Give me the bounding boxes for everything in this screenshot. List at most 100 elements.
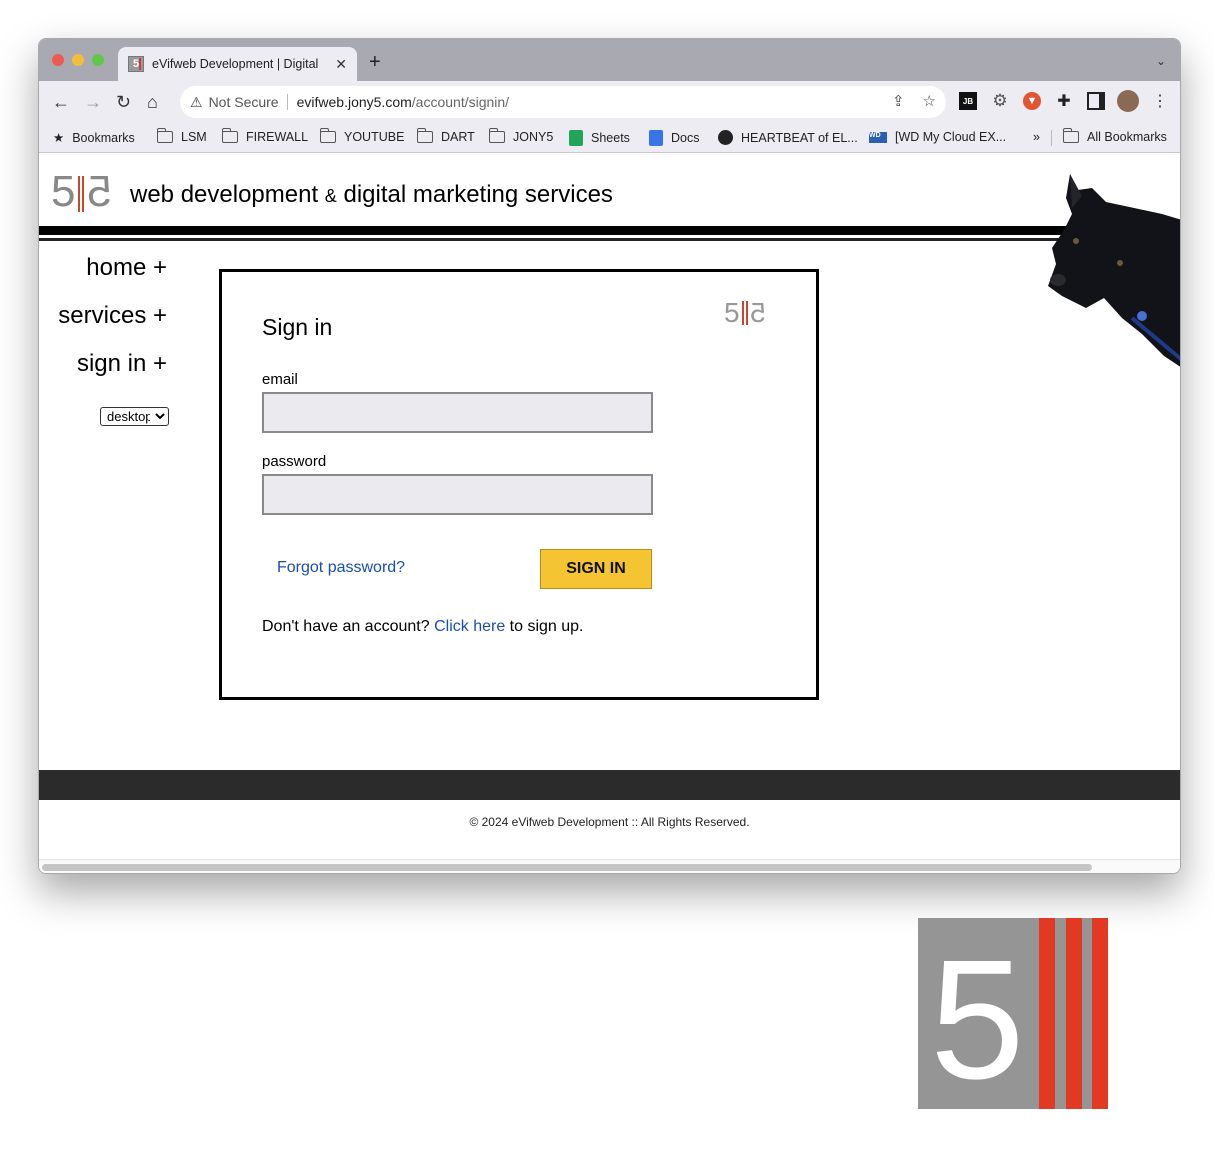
signin-heading: Sign in — [262, 314, 333, 340]
header-rule-thick — [39, 226, 1069, 235]
large-brand-logo: 5 — [918, 918, 1108, 1109]
site-title-part2: digital marketing services — [343, 181, 613, 208]
browser-toolbar: ← → ↻ ⌂ ⚠ Not Secure evifweb.jony5.com/a… — [39, 81, 1180, 123]
logo-digit: 5 — [724, 297, 740, 328]
share-icon[interactable]: ⇪ — [892, 92, 905, 110]
minimize-window-button[interactable] — [72, 54, 84, 66]
bookmark-label: All Bookmarks — [1087, 130, 1167, 144]
bookmark-sheets[interactable]: Sheets — [569, 130, 630, 146]
bookmark-label: FIREWALL — [246, 130, 309, 144]
security-label[interactable]: Not Secure — [209, 94, 288, 110]
bookmark-jony5[interactable]: JONY5 — [488, 128, 554, 144]
email-label: email — [262, 371, 298, 388]
scrollbar-thumb[interactable] — [42, 864, 1092, 871]
page-viewport: 5 5 web development & digital marketing … — [39, 154, 1180, 873]
logo-bars — [78, 176, 85, 212]
nav-sign-in[interactable]: sign in + — [77, 350, 167, 378]
sheets-icon — [569, 130, 583, 146]
bookmark-label: [WD My Cloud EX... — [895, 130, 1007, 144]
jetbrains-icon[interactable]: JB — [959, 92, 977, 110]
bookmark-docs[interactable]: Docs — [649, 130, 699, 146]
puzzle-icon[interactable]: ✚ — [1055, 92, 1073, 110]
url-host: evifweb.jony5.com — [296, 94, 412, 110]
url-text[interactable]: evifweb.jony5.com/account/signin/ — [297, 94, 509, 110]
site-title-amp: & — [324, 186, 337, 206]
bookmark-label: Docs — [671, 131, 700, 145]
docs-icon — [649, 130, 663, 146]
folder-icon — [221, 128, 238, 143]
signin-panel: 5 5 Sign in email password Forgot passwo… — [219, 269, 819, 700]
wd-icon: WD — [869, 131, 887, 143]
nav-home[interactable]: home + — [86, 254, 167, 282]
favicon-icon: 5 — [128, 56, 144, 72]
bookmarks-bar: ★ Bookmarks LSM FIREWALL YOUTUBE DART JON… — [39, 123, 1180, 153]
folder-icon — [416, 128, 433, 143]
omnibox-actions: ⇪ ☆ — [892, 92, 936, 110]
bookmarks-overflow-chevron-icon[interactable]: » — [1033, 130, 1040, 144]
close-tab-icon[interactable]: ✕ — [335, 56, 347, 73]
bookmark-label: DART — [441, 130, 475, 144]
bookmark-youtube[interactable]: YOUTUBE — [319, 128, 404, 144]
gear-extension-icon[interactable]: ⚙ — [991, 91, 1009, 110]
logo-digit-mirrored: 5 — [87, 167, 112, 216]
home-icon[interactable]: ⌂ — [147, 91, 158, 113]
large-logo-digit: 5 — [930, 925, 1025, 1109]
view-mode-select[interactable]: desktop — [100, 407, 169, 426]
folder-icon — [488, 128, 505, 143]
site-title-part1: web development — [130, 181, 319, 208]
tab-search-chevron-icon[interactable]: ⌄ — [1156, 54, 1166, 68]
logo-bars — [741, 301, 748, 325]
bookmark-heartbeat[interactable]: HEARTBEAT of EL... — [718, 130, 858, 145]
close-window-button[interactable] — [52, 54, 64, 66]
kebab-menu-icon[interactable]: ⋮ — [1151, 92, 1169, 110]
signup-prompt: Don't have an account? Click here to sig… — [262, 618, 584, 636]
logo-digit: 5 — [51, 167, 76, 216]
tab-strip: 5 eVifweb Development | Digital ✕ + ⌄ — [39, 39, 1180, 81]
all-bookmarks[interactable]: All Bookmarks — [1062, 128, 1167, 144]
horizontal-scrollbar[interactable] — [39, 859, 1180, 873]
bookmark-wd-cloud[interactable]: WD [WD My Cloud EX... — [869, 130, 1006, 144]
dog-photo — [1048, 174, 1180, 367]
bookmark-star-icon[interactable]: ☆ — [923, 92, 936, 110]
sidepanel-icon[interactable] — [1087, 92, 1105, 110]
header-rule-thin — [39, 238, 1180, 241]
footer-bar — [39, 770, 1180, 800]
nav-services[interactable]: services + — [58, 302, 167, 330]
folder-icon — [319, 128, 336, 143]
bookmark-lsm[interactable]: LSM — [156, 128, 207, 144]
signup-link[interactable]: Click here — [434, 618, 505, 635]
tab-title: eVifweb Development | Digital — [152, 57, 319, 71]
password-field[interactable] — [262, 474, 653, 515]
address-bar[interactable]: ⚠ Not Secure evifweb.jony5.com/account/s… — [180, 86, 946, 118]
folder-icon — [1062, 128, 1079, 143]
url-path: /account/signin/ — [411, 94, 510, 110]
bookmark-label: Sheets — [591, 131, 630, 145]
forgot-password-link[interactable]: Forgot password? — [277, 559, 405, 577]
folder-icon — [156, 128, 173, 143]
site-logo[interactable]: 5 5 — [51, 167, 112, 216]
profile-avatar[interactable] — [1117, 90, 1139, 112]
back-arrow-icon[interactable]: ← — [52, 91, 70, 113]
bookmark-label: JONY5 — [513, 130, 554, 144]
logo-digit-mirrored: 5 — [749, 297, 766, 328]
warning-triangle-icon[interactable]: ⚠ — [190, 94, 203, 111]
bookmark-bookmarks[interactable]: ★ Bookmarks — [53, 130, 135, 146]
signup-prefix: Don't have an account? — [262, 618, 430, 635]
bookmark-dart[interactable]: DART — [416, 128, 475, 144]
maximize-window-button[interactable] — [92, 54, 104, 66]
email-field[interactable] — [262, 392, 653, 433]
shield-extension-icon[interactable]: ▼ — [1023, 92, 1041, 110]
signup-suffix: to sign up. — [509, 618, 584, 635]
sign-in-button[interactable]: SIGN IN — [540, 549, 652, 589]
globe-icon — [718, 130, 733, 145]
forward-arrow-icon[interactable]: → — [84, 91, 102, 113]
new-tab-button[interactable]: + — [369, 51, 381, 74]
browser-tab[interactable]: 5 eVifweb Development | Digital ✕ — [118, 47, 357, 81]
password-label: password — [262, 453, 327, 470]
site-title: web development & digital marketing serv… — [130, 181, 613, 209]
browser-window: 5 eVifweb Development | Digital ✕ + ⌄ ← … — [38, 38, 1181, 874]
copyright-text: © 2024 eVifweb Development :: All Rights… — [469, 815, 750, 829]
reload-icon[interactable]: ↻ — [116, 91, 131, 113]
panel-logo: 5 5 — [724, 297, 766, 328]
bookmark-firewall[interactable]: FIREWALL — [221, 128, 309, 144]
